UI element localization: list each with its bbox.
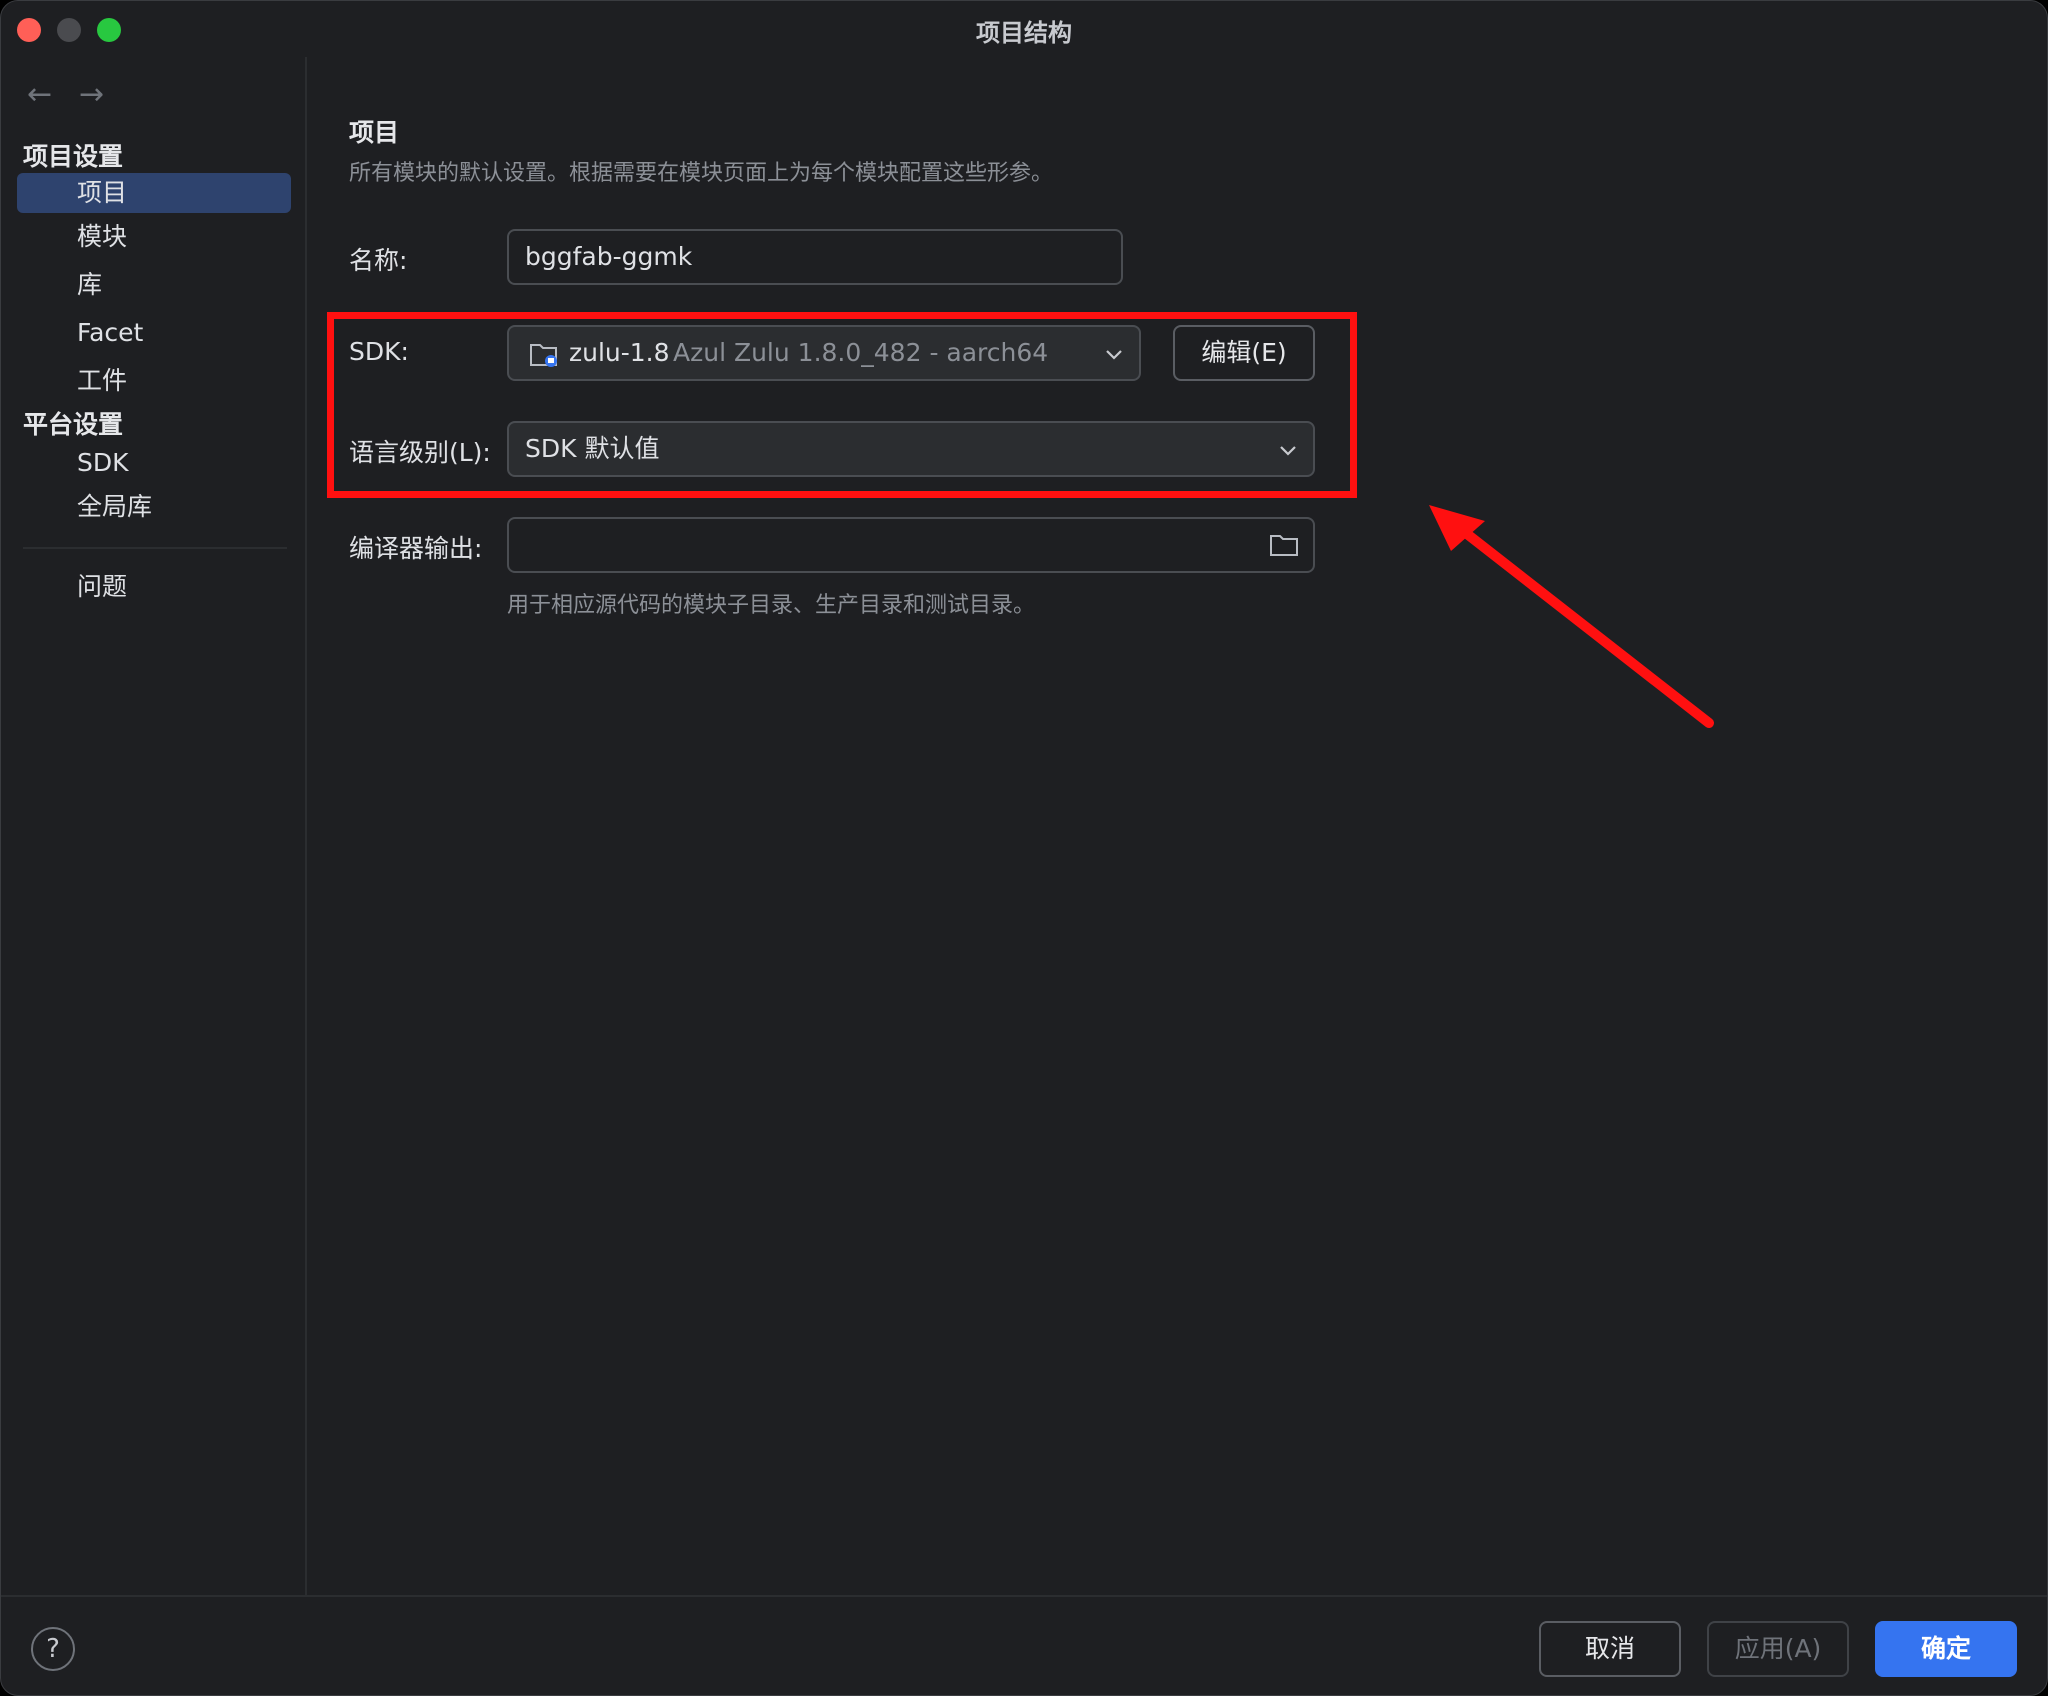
browse-folder-icon[interactable] — [1269, 533, 1299, 557]
apply-button[interactable]: 应用(A) — [1707, 1621, 1849, 1677]
back-arrow-icon[interactable]: ← — [27, 77, 52, 112]
annotation-arrow-icon — [1429, 505, 1714, 728]
sidebar-item-modules[interactable]: 模块 — [17, 217, 291, 257]
sidebar: ← → 项目设置 项目 模块 库 Facet 工件 平台设置 SDK 全局库 问… — [1, 57, 307, 1595]
sidebar-item-global-libraries[interactable]: 全局库 — [17, 487, 291, 527]
name-label: 名称: — [349, 246, 408, 275]
project-settings-header: 项目设置 — [23, 142, 124, 171]
compiler-output-hint: 用于相应源代码的模块子目录、生产目录和测试目录。 — [507, 593, 1036, 618]
compiler-output-label: 编译器输出: — [349, 534, 483, 563]
sidebar-item-facets[interactable]: Facet — [17, 313, 291, 353]
page-title: 项目 — [349, 118, 400, 147]
platform-settings-header: 平台设置 — [23, 410, 124, 439]
sidebar-item-libraries[interactable]: 库 — [17, 265, 291, 305]
title-bar: 项目结构 — [1, 1, 2047, 57]
sidebar-item-project[interactable]: 项目 — [17, 173, 291, 213]
project-structure-dialog: 项目结构 ← → 项目设置 项目 模块 库 Facet 工件 平台设置 SDK … — [0, 0, 2048, 1696]
sidebar-item-problems[interactable]: 问题 — [17, 567, 291, 607]
sidebar-item-sdks[interactable]: SDK — [17, 443, 291, 483]
main-content: 项目 所有模块的默认设置。根据需要在模块页面上为每个模块配置这些形参。 名称: … — [307, 57, 2047, 1595]
name-input[interactable]: bggfab-ggmk — [507, 229, 1123, 285]
ok-button[interactable]: 确定 — [1875, 1621, 2017, 1677]
sidebar-item-artifacts[interactable]: 工件 — [17, 361, 291, 401]
forward-arrow-icon[interactable]: → — [79, 77, 104, 112]
sidebar-divider — [23, 547, 287, 549]
annotation-highlight-box — [327, 312, 1357, 498]
compiler-output-input[interactable] — [507, 517, 1315, 573]
cancel-button[interactable]: 取消 — [1539, 1621, 1681, 1677]
dialog-footer: ? 取消 应用(A) 确定 — [1, 1595, 2047, 1695]
window-title: 项目结构 — [976, 19, 1072, 47]
help-button[interactable]: ? — [31, 1627, 75, 1671]
page-description: 所有模块的默认设置。根据需要在模块页面上为每个模块配置这些形参。 — [349, 161, 1054, 186]
